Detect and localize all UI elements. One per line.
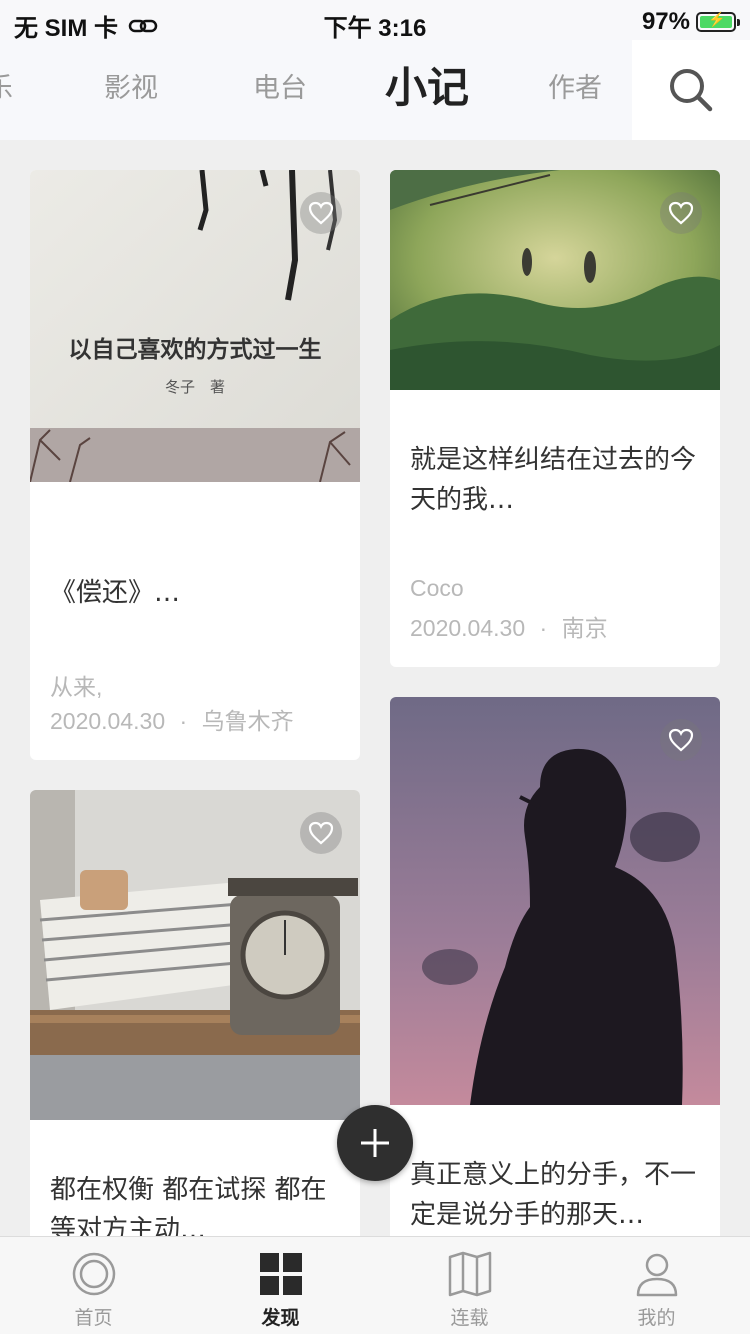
card-title: 就是这样纠结在过去的今天的我…: [410, 445, 697, 515]
card-date: 2020.04.30: [50, 708, 166, 734]
card-meta: 2020.04.30 · 南京: [410, 609, 608, 643]
tab-label: 发现: [261, 1307, 300, 1329]
note-card[interactable]: 以自己喜欢的方式过一生 冬子 著 《偿还》… 从来, 2020.04.30 · …: [30, 170, 360, 760]
status-bar: 无 SIM 卡 下午 3:16 97% ⚡: [0, 0, 750, 42]
note-card[interactable]: 就是这样纠结在过去的今天的我… Coco 2020.04.30 · 南京: [390, 170, 720, 667]
card-date: 2020.04.30: [410, 615, 526, 641]
like-button[interactable]: [660, 719, 702, 761]
card-title: 《偿还》…: [50, 578, 181, 608]
battery-icon: ⚡: [696, 11, 740, 32]
meta-dot: ·: [179, 708, 188, 734]
person-icon: [636, 1253, 677, 1297]
heart-icon: [668, 728, 694, 752]
heart-icon: [308, 201, 334, 225]
battery-percent: 97%: [641, 8, 690, 35]
tab-home[interactable]: 首页: [0, 1237, 187, 1334]
card-meta: 2020.04.30 · 乌鲁木齐: [50, 702, 294, 736]
tab-authors[interactable]: 作者: [548, 66, 602, 105]
tab-film[interactable]: 影视: [104, 66, 158, 105]
card-location: 乌鲁木齐: [201, 708, 294, 734]
tab-mine[interactable]: 我的: [563, 1237, 750, 1334]
note-card[interactable]: 真正意义上的分手，不一定是说分手的那天…: [390, 697, 720, 1257]
home-circle-icon: [72, 1252, 115, 1296]
tab-serial[interactable]: 连载: [376, 1237, 563, 1334]
heart-icon: [668, 201, 694, 225]
search-button[interactable]: [632, 40, 750, 140]
search-icon: [670, 69, 713, 112]
tab-discover[interactable]: 发现: [187, 1237, 374, 1334]
card-author: 从来,: [50, 674, 103, 700]
battery-group: 97% ⚡: [641, 8, 740, 36]
status-time: 下午 3:16: [323, 15, 427, 42]
tab-label: 首页: [74, 1307, 113, 1329]
like-button[interactable]: [300, 192, 342, 234]
tab-label: 连载: [450, 1307, 489, 1329]
tab-notes[interactable]: 小记: [385, 54, 469, 115]
like-button[interactable]: [660, 192, 702, 234]
tab-radio[interactable]: 电台: [253, 66, 307, 105]
category-nav: 乐 影视 电台 小记 作者: [0, 40, 750, 140]
card-author: Coco: [410, 575, 464, 601]
plus-icon: [361, 1129, 389, 1157]
bottom-tab-bar: 首页 发现 连载 我的: [0, 1236, 750, 1334]
note-card[interactable]: 都在权衡 都在试探 都在等对方主动…: [30, 790, 360, 1250]
card-location: 南京: [561, 615, 608, 641]
like-button[interactable]: [300, 812, 342, 854]
meta-dot: ·: [539, 615, 548, 641]
grid-icon: [259, 1253, 302, 1295]
book-icon: [448, 1251, 491, 1297]
book-cover-title: 以自己喜欢的方式过一生: [68, 336, 322, 363]
tab-label: 我的: [637, 1307, 676, 1329]
card-title: 真正意义上的分手，不一定是说分手的那天…: [410, 1160, 697, 1230]
heart-icon: [308, 821, 334, 845]
tab-partial[interactable]: 乐: [0, 66, 13, 105]
book-cover-author: 冬子 著: [164, 378, 225, 396]
add-note-button[interactable]: [337, 1105, 413, 1181]
